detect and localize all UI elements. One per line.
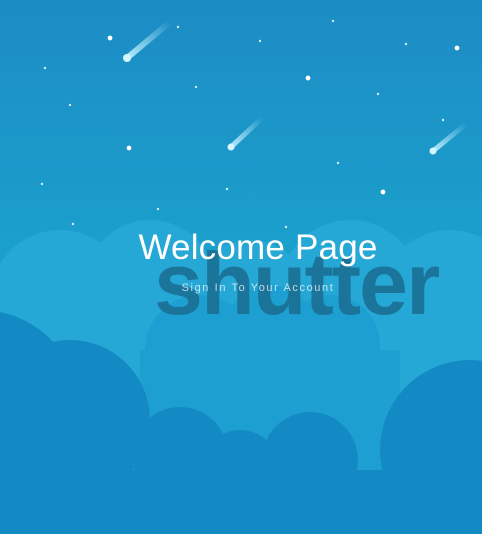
- page-subtitle: Sign In To Your Account: [181, 282, 335, 294]
- welcome-screen: shutter Welcome Page Sign In To Your Acc…: [0, 0, 482, 534]
- page-title: Welcome Page: [138, 228, 378, 267]
